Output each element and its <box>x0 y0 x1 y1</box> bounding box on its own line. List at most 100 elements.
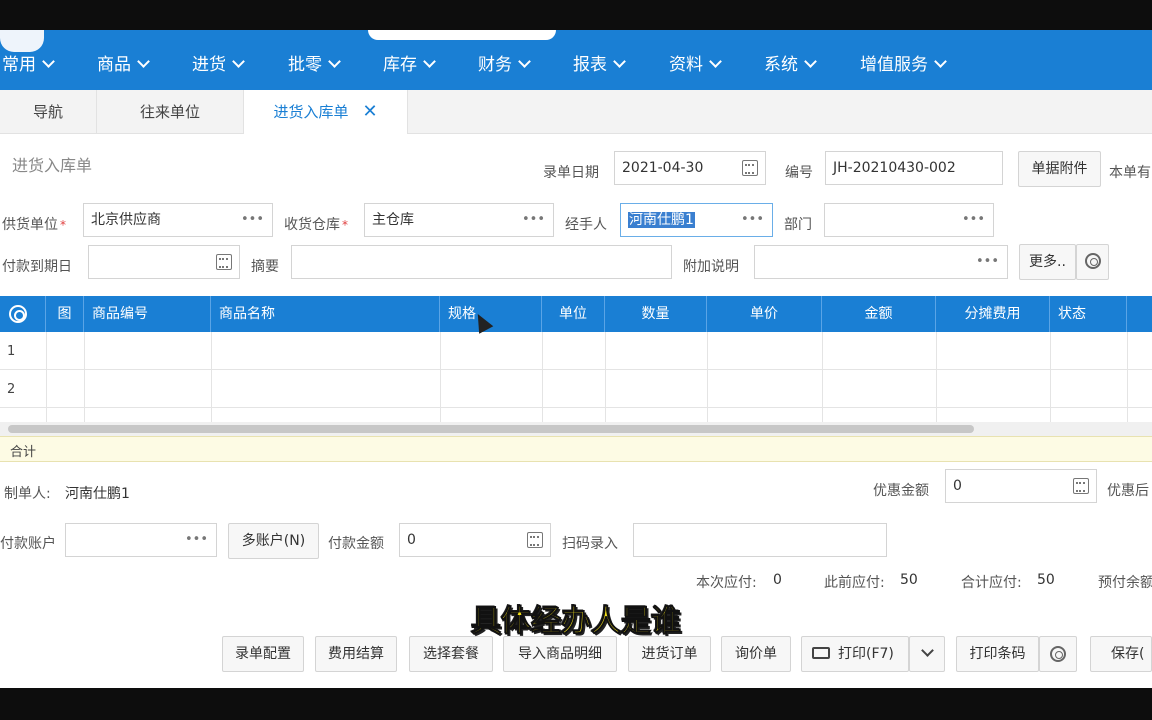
menu-purchase[interactable]: 进货 <box>192 50 245 80</box>
printer-icon <box>812 647 830 659</box>
supplier-label-text: 供货单位 <box>2 217 58 233</box>
menu-finance[interactable]: 财务 <box>478 50 531 80</box>
more-dots-icon[interactable]: ••• <box>962 204 985 236</box>
more-dots-icon[interactable]: ••• <box>741 204 764 236</box>
print-barcode-button[interactable]: 打印条码 <box>956 636 1039 672</box>
pay-amount-field[interactable]: 0 <box>399 523 551 557</box>
number-label: 编号 <box>785 165 813 181</box>
col-status[interactable]: 状态 <box>1050 296 1127 332</box>
warehouse-label-text: 收货仓库 <box>284 217 340 233</box>
col-shared-fee[interactable]: 分摊费用 <box>936 296 1050 332</box>
supplier-label: 供货单位 * <box>2 214 66 234</box>
department-label: 部门 <box>784 217 812 233</box>
payable-current-label: 本次应付: <box>696 575 757 591</box>
record-date-field[interactable]: 2021-04-30 <box>614 151 766 185</box>
fee-settle-button[interactable]: 费用结算 <box>315 636 397 672</box>
more-dots-icon[interactable]: ••• <box>976 246 999 278</box>
form-settings-button[interactable] <box>1076 244 1109 280</box>
more-button[interactable]: 更多.. <box>1019 244 1076 280</box>
tab-purchase-receipt[interactable]: 进货入库单 ✕ <box>244 90 408 134</box>
purchase-order-button[interactable]: 进货订单 <box>628 636 711 672</box>
menu-data[interactable]: 资料 <box>669 50 722 80</box>
grid-settings-button[interactable] <box>0 296 46 332</box>
tab-navigation[interactable]: 导航 <box>0 90 97 134</box>
table-row[interactable]: 1 <box>0 332 1152 370</box>
more-dots-icon[interactable]: ••• <box>185 524 208 556</box>
col-image[interactable]: 图 <box>46 296 84 332</box>
multi-account-button[interactable]: 多账户(N) <box>228 523 319 559</box>
print-dropdown-button[interactable] <box>909 636 945 672</box>
record-config-button[interactable]: 录单配置 <box>222 636 304 672</box>
supplier-field[interactable]: 北京供应商 ••• <box>83 203 273 237</box>
more-dots-icon[interactable]: ••• <box>241 204 264 236</box>
calculator-icon[interactable] <box>527 532 543 548</box>
menu-inventory[interactable]: 库存 <box>383 50 436 80</box>
horizontal-scrollbar[interactable] <box>0 422 1152 436</box>
creator-value: 河南仕鹏1 <box>65 486 130 502</box>
col-product-name[interactable]: 商品名称 <box>211 296 440 332</box>
number-field[interactable]: JH-20210430-002 <box>825 151 1003 185</box>
col-quantity[interactable]: 数量 <box>605 296 707 332</box>
warehouse-field[interactable]: 主仓库 ••• <box>364 203 554 237</box>
payable-total-value: 50 <box>1037 572 1055 588</box>
extra-note-field[interactable]: ••• <box>754 245 1008 279</box>
calendar-icon[interactable] <box>742 160 758 176</box>
chevron-down-icon <box>42 55 55 68</box>
summary-field[interactable] <box>291 245 672 279</box>
record-date-value: 2021-04-30 <box>622 160 704 176</box>
summary-label: 摘要 <box>251 259 279 275</box>
video-frame-bottom <box>0 688 1152 720</box>
supplier-value: 北京供应商 <box>91 212 161 228</box>
chevron-down-icon <box>920 644 934 657</box>
col-unit-price[interactable]: 单价 <box>707 296 822 332</box>
department-field[interactable]: ••• <box>824 203 994 237</box>
top-search-pill[interactable] <box>368 30 556 40</box>
menu-label: 增值服务 <box>860 55 928 75</box>
table-row[interactable] <box>0 408 1152 422</box>
total-label: 合计 <box>10 445 37 460</box>
prepaid-label: 预付余额 <box>1098 575 1152 591</box>
required-mark: * <box>60 218 66 232</box>
menu-reports[interactable]: 报表 <box>573 50 626 80</box>
import-detail-button[interactable]: 导入商品明细 <box>503 636 617 672</box>
pay-amount-label: 付款金额 <box>328 536 384 552</box>
menu-common[interactable]: 常用 <box>2 50 55 80</box>
col-product-code[interactable]: 商品编号 <box>84 296 211 332</box>
save-button[interactable]: 保存( <box>1090 636 1152 672</box>
print-settings-button[interactable] <box>1039 636 1077 672</box>
scan-field[interactable] <box>633 523 887 557</box>
handler-field[interactable]: 河南仕鹏1 ••• <box>620 203 773 237</box>
discount-amount-field[interactable]: 0 <box>945 469 1097 503</box>
handler-label: 经手人 <box>565 217 607 233</box>
chevron-down-icon <box>137 55 150 68</box>
pay-account-field[interactable]: ••• <box>65 523 217 557</box>
inquiry-button[interactable]: 询价单 <box>721 636 791 672</box>
chevron-down-icon <box>328 55 341 68</box>
menu-label: 系统 <box>764 55 798 75</box>
print-button[interactable]: 打印(F7) <box>801 636 909 672</box>
calendar-icon[interactable] <box>216 254 232 270</box>
gear-icon <box>1084 253 1101 269</box>
payable-current-value: 0 <box>773 572 782 588</box>
col-amount[interactable]: 金额 <box>822 296 936 332</box>
col-unit[interactable]: 单位 <box>542 296 605 332</box>
menu-goods[interactable]: 商品 <box>97 50 150 80</box>
menu-system[interactable]: 系统 <box>764 50 817 80</box>
warehouse-label: 收货仓库 * <box>284 214 348 234</box>
calculator-icon[interactable] <box>1073 478 1089 494</box>
menu-wholesale-retail[interactable]: 批零 <box>288 50 341 80</box>
close-icon[interactable]: ✕ <box>362 101 377 122</box>
gear-icon <box>1050 646 1066 662</box>
more-dots-icon[interactable]: ••• <box>522 204 545 236</box>
select-package-button[interactable]: 选择套餐 <box>409 636 493 672</box>
record-date-label: 录单日期 <box>543 165 599 181</box>
total-row: 合计 <box>0 436 1152 462</box>
due-date-field[interactable] <box>88 245 240 279</box>
menu-label: 商品 <box>97 55 131 75</box>
menu-value-added[interactable]: 增值服务 <box>860 50 947 80</box>
tab-contacts[interactable]: 往来单位 <box>97 90 244 134</box>
table-row[interactable]: 2 <box>0 370 1152 408</box>
chevron-down-icon <box>423 55 436 68</box>
scrollbar-thumb[interactable] <box>8 425 974 433</box>
attachment-button[interactable]: 单据附件 <box>1018 151 1101 187</box>
